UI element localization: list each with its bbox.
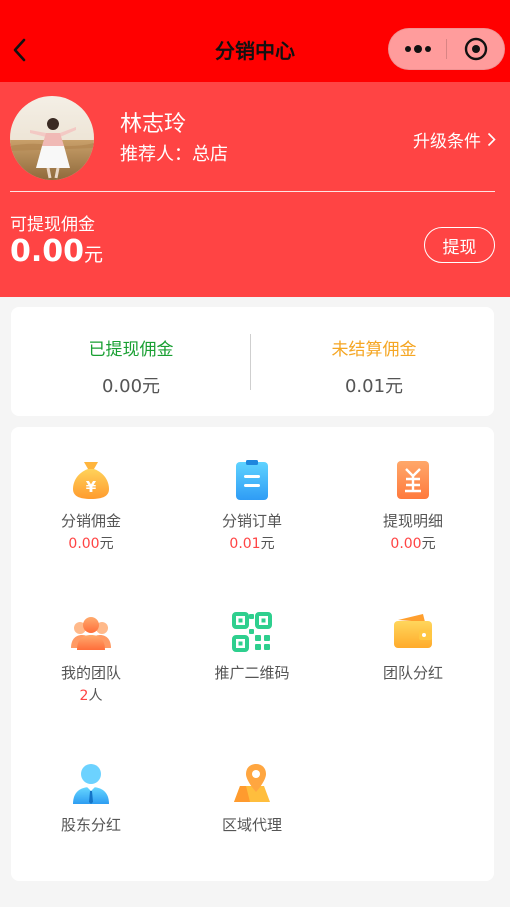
feature-grid: ¥ 分销佣金 0.00元 分销订单 0.01元 提现明细 0.00元 我的团队 … [11,427,494,881]
grid-item-label: 我的团队 [60,664,121,682]
summary-divider [250,334,251,390]
shareholder-icon [73,764,109,804]
referrer-text: 推荐人：总店 [120,144,228,165]
money-bag-icon: ¥ [73,462,109,499]
withdrawable-amount: 0.00元 [10,234,103,269]
unsettled-value: 0.01元 [344,376,404,397]
grid-item-value: 0.00元 [68,536,114,552]
close-program-button[interactable] [447,29,504,69]
chevron-right-icon [487,132,496,147]
withdrawable-unit: 元 [84,244,104,266]
divider [10,191,495,192]
grid-item-team-dividend[interactable]: 团队分红 [333,610,493,683]
withdrawable-value: 0.00 [10,234,85,269]
grid-item-commission[interactable]: ¥ 分销佣金 0.00元 [11,458,171,553]
upgrade-label: 升级条件 [413,132,481,152]
grid-item-value: 0.01元 [229,536,275,552]
yen-document-icon [397,461,429,499]
grid-item-my-team[interactable]: 我的团队 2人 [11,610,171,705]
unsettled-label: 未结算佣金 [331,340,417,360]
upgrade-conditions-link[interactable]: 升级条件 [413,127,496,152]
withdrawn-value: 0.00元 [101,376,161,397]
grid-item-label: 股东分红 [60,816,121,834]
grid-item-orders[interactable]: 分销订单 0.01元 [172,458,332,553]
profile-header: 林志玲 推荐人：总店 升级条件 可提现佣金 0.00元 提现 [0,82,510,297]
grid-item-label: 分销佣金 [60,512,121,530]
withdrawable-label: 可提现佣金 [10,215,95,235]
navigation-bar: 分销中心 [0,0,510,82]
grid-item-label: 团队分红 [382,664,443,682]
grid-item-shareholder-dividend[interactable]: 股东分红 [11,762,171,835]
avatar-photo-icon [10,96,94,180]
wallet-icon [394,614,432,648]
commission-summary-card: 已提现佣金 0.00元 未结算佣金 0.01元 [11,307,494,416]
more-button[interactable] [389,29,446,69]
target-close-icon [464,37,487,61]
avatar[interactable] [10,96,94,180]
withdrawn-label: 已提现佣金 [88,340,174,360]
withdrawn-commission[interactable]: 已提现佣金 0.00元 [11,335,251,398]
user-name: 林志玲 [120,112,187,137]
more-dots-icon [404,45,431,53]
grid-item-label: 区域代理 [221,816,282,834]
grid-item-label: 分销订单 [221,512,282,530]
unsettled-commission[interactable]: 未结算佣金 0.01元 [254,335,494,398]
grid-item-regional-agent[interactable]: 区域代理 [172,762,332,835]
clipboard-icon [236,460,268,500]
svg-text:¥: ¥ [86,478,97,496]
qr-code-icon [232,612,272,652]
grid-item-qr-code[interactable]: 推广二维码 [172,610,332,683]
grid-item-label: 提现明细 [382,512,443,530]
grid-item-value: 0.00元 [390,536,436,552]
map-pin-icon [234,764,270,802]
grid-item-value: 2人 [79,688,103,704]
withdraw-button[interactable]: 提现 [424,227,495,263]
team-icon [71,617,111,650]
mini-program-capsule [388,28,505,70]
grid-item-withdraw-details[interactable]: 提现明细 0.00元 [333,458,493,553]
grid-item-label: 推广二维码 [214,664,290,682]
